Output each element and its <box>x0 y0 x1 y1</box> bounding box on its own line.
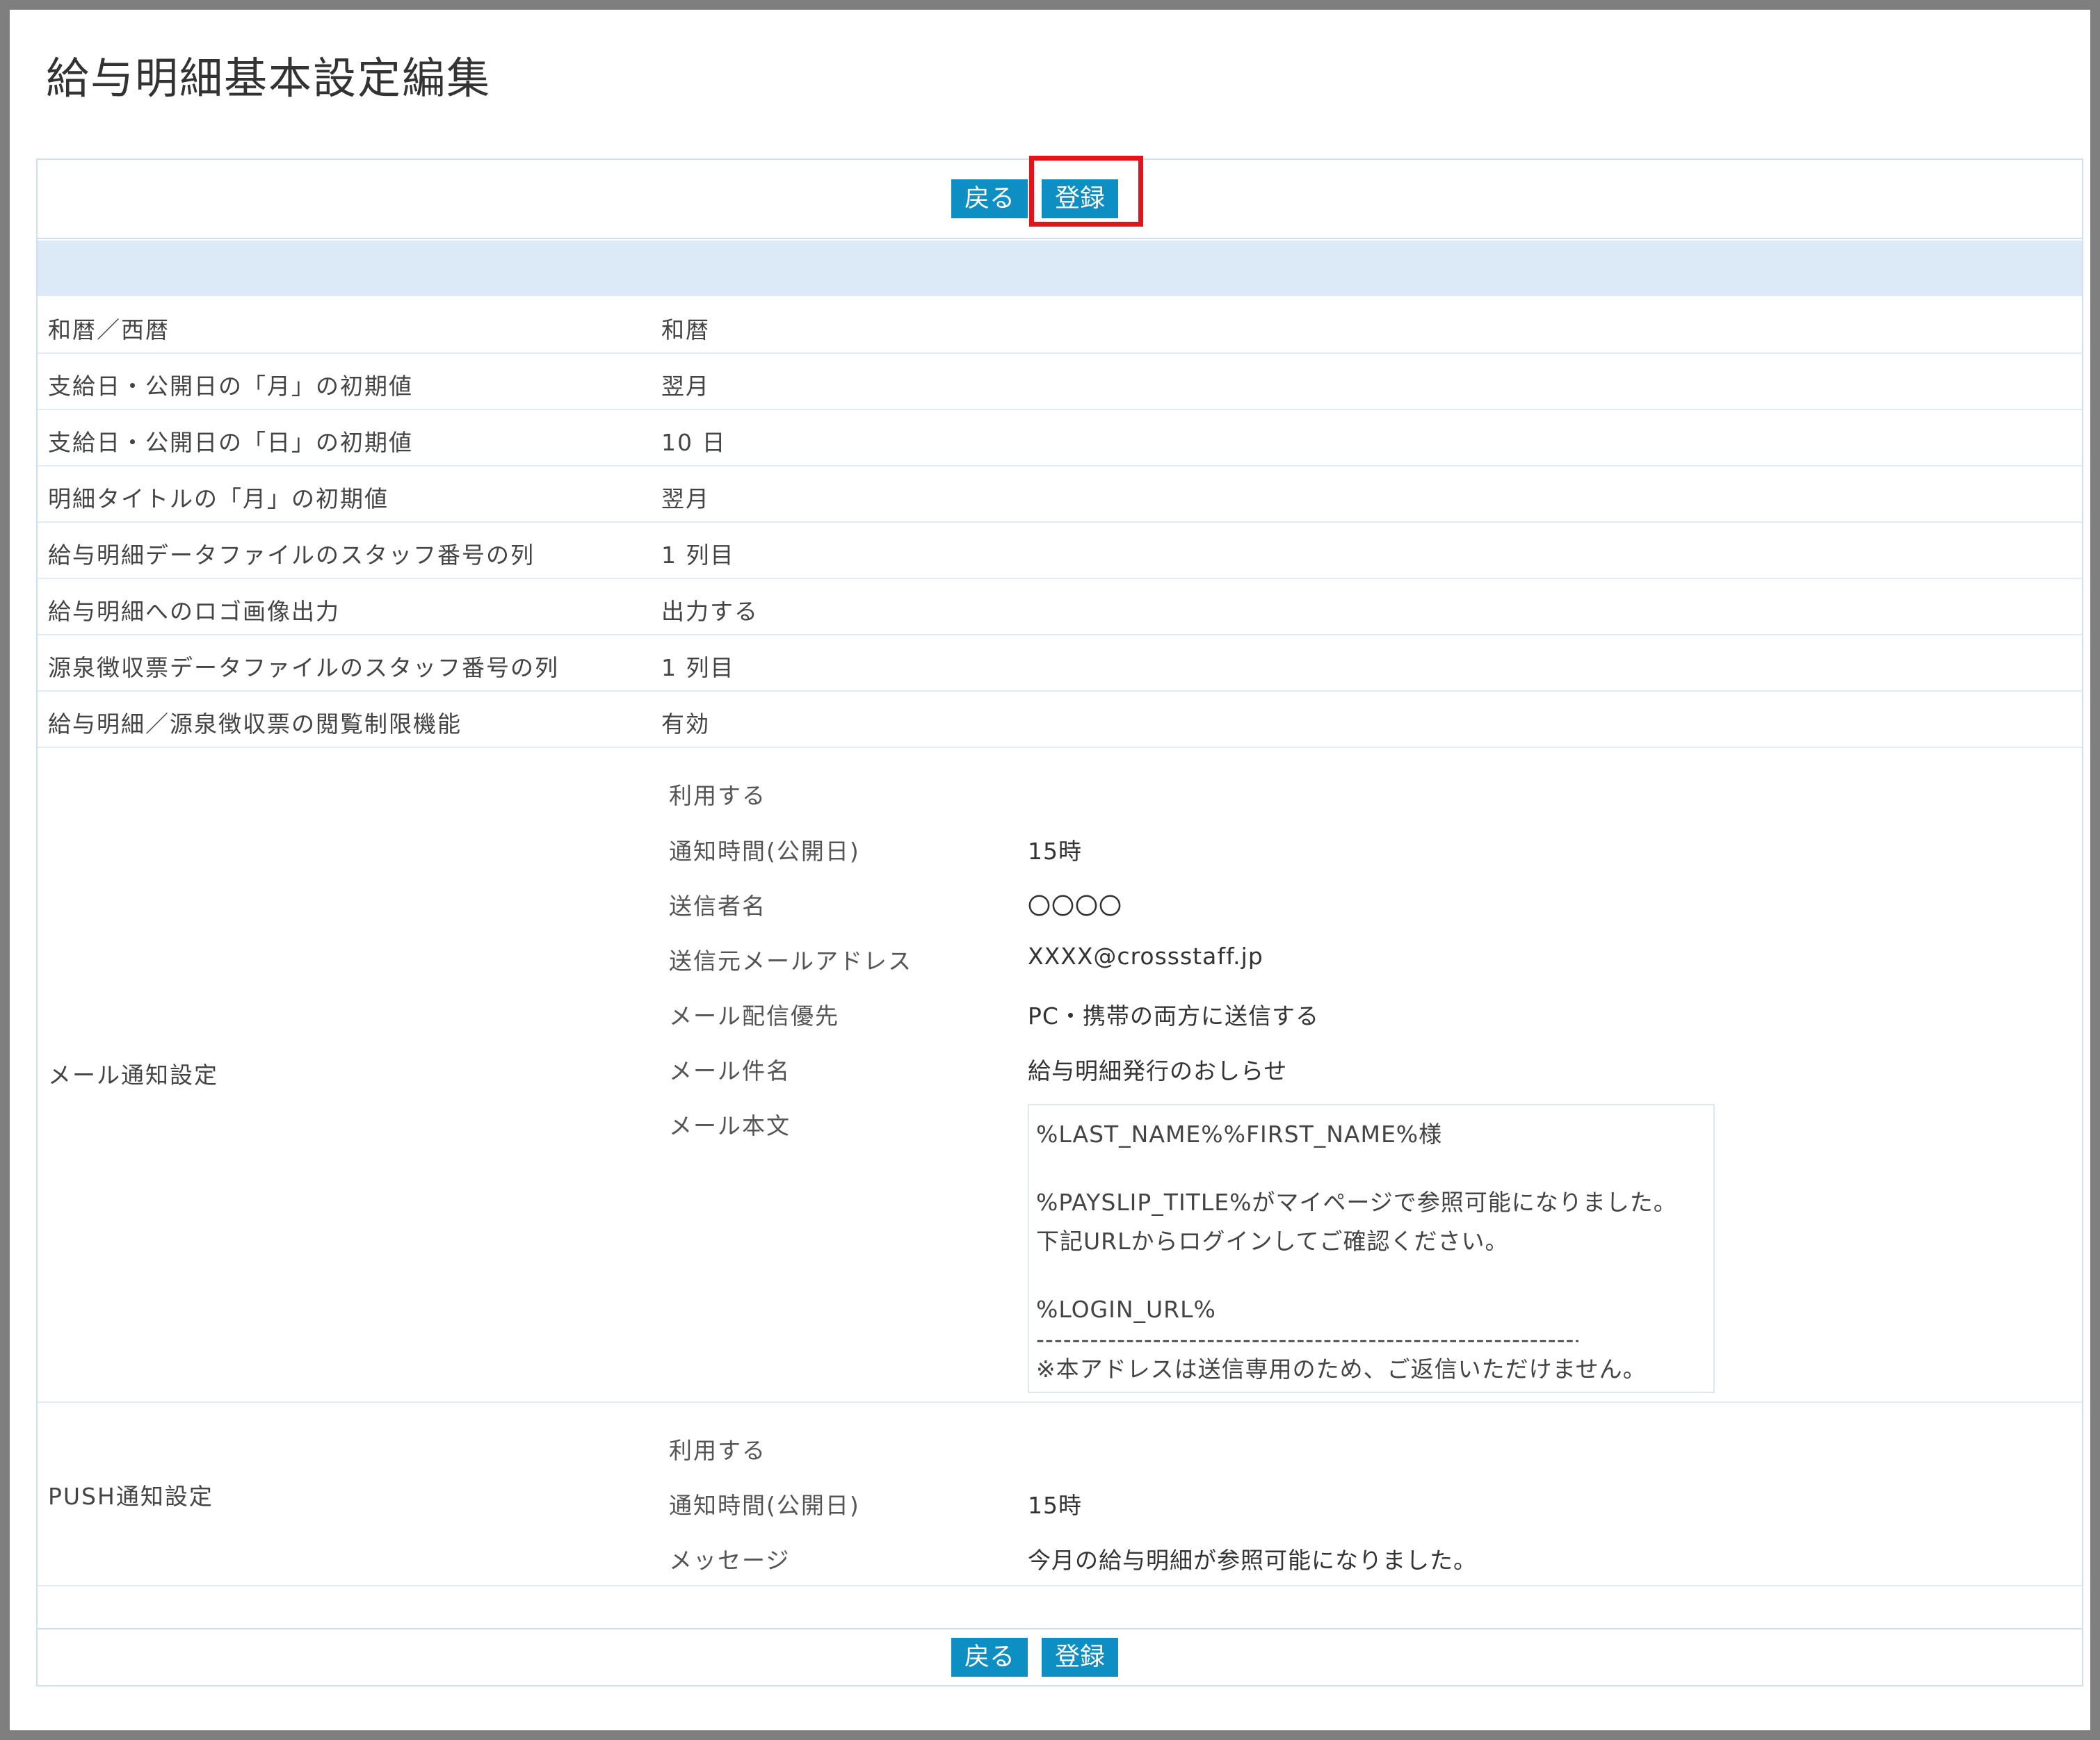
mail-body-box: %LAST_NAME%%FIRST_NAME%様 %PAYSLIP_TITLE%… <box>1028 1104 1715 1393</box>
mail-item-label: 通知時間(公開日) <box>669 838 860 865</box>
mail-item-value: 〇〇〇〇 <box>1028 893 1122 920</box>
page-title: 給与明細基本設定編集 <box>46 53 492 104</box>
setting-value: 和暦 <box>661 316 710 343</box>
back-button-bottom[interactable]: 戻る <box>951 1638 1028 1677</box>
mail-item-label: メール配信優先 <box>669 1002 839 1030</box>
mail-body-line: %LAST_NAME%%FIRST_NAME%様 <box>1036 1121 1443 1148</box>
mail-body-line: %LOGIN_URL% <box>1036 1296 1216 1323</box>
setting-label: 支給日・公開日の「月」の初期値 <box>48 373 413 400</box>
mail-item-label: 送信元メールアドレス <box>669 948 912 975</box>
settings-row: 支給日・公開日の「月」の初期値 翌月 <box>38 352 2082 410</box>
mail-item-value: 給与明細発行のおしらせ <box>1028 1057 1288 1084</box>
push-item-value: 15時 <box>1028 1492 1082 1519</box>
mail-body-divider: ----------------------------------------… <box>1036 1329 1578 1350</box>
setting-value: 翌月 <box>661 485 710 512</box>
mail-body-line: 下記URLからログインしてご確認ください。 <box>1036 1228 1509 1255</box>
setting-value: 1 列目 <box>661 542 735 569</box>
push-item-label: メッセージ <box>669 1547 791 1574</box>
mail-item-value: XXXX@crossstaff.jp <box>1028 943 1263 970</box>
setting-label: 明細タイトルの「月」の初期値 <box>48 485 389 512</box>
window-frame: 給与明細基本設定編集 戻る 登録 和暦／西暦 和暦 支給日・公開日の「月」の初期… <box>0 0 2100 1740</box>
setting-value: 1 列目 <box>661 654 735 681</box>
highlight-box <box>1029 156 1143 227</box>
bottom-button-bar: 戻る 登録 <box>38 1628 2082 1688</box>
register-button-bottom[interactable]: 登録 <box>1042 1638 1118 1677</box>
top-button-bar: 戻る 登録 <box>38 156 2082 239</box>
mail-item-label: メール件名 <box>669 1057 791 1084</box>
push-status: 利用する <box>669 1437 766 1464</box>
setting-label: 給与明細／源泉徴収票の閲覧制限機能 <box>48 710 462 738</box>
setting-value: 出力する <box>661 598 759 625</box>
mail-status: 利用する <box>669 782 766 809</box>
setting-label: 和暦／西暦 <box>48 316 170 343</box>
push-item-value: 今月の給与明細が参照可能になりました。 <box>1028 1547 1477 1574</box>
mail-item-value: 15時 <box>1028 838 1082 865</box>
settings-panel: 戻る 登録 和暦／西暦 和暦 支給日・公開日の「月」の初期値 翌月 支給日・公開… <box>36 156 2083 1688</box>
setting-label: 支給日・公開日の「日」の初期値 <box>48 429 413 456</box>
setting-label: 給与明細へのロゴ画像出力 <box>48 598 340 625</box>
mail-item-value: PC・携帯の両方に送信する <box>1028 1002 1319 1030</box>
setting-value: 有効 <box>661 710 710 738</box>
settings-row: 給与明細データファイルのスタッフ番号の列 1 列目 <box>38 521 2082 579</box>
push-settings-label: PUSH通知設定 <box>48 1483 213 1510</box>
settings-row: 給与明細へのロゴ画像出力 出力する <box>38 578 2082 635</box>
back-button-top[interactable]: 戻る <box>951 179 1028 218</box>
mail-body-line: ※本アドレスは送信専用のため、ご返信いただけません。 <box>1036 1356 1647 1383</box>
push-item-label: 通知時間(公開日) <box>669 1492 860 1519</box>
settings-row: 明細タイトルの「月」の初期値 翌月 <box>38 465 2082 523</box>
header-band <box>38 241 2082 296</box>
setting-value: 翌月 <box>661 373 710 400</box>
settings-row: 給与明細／源泉徴収票の閲覧制限機能 有効 <box>38 690 2082 748</box>
setting-label: 源泉徴収票データファイルのスタッフ番号の列 <box>48 654 559 681</box>
setting-label: 給与明細データファイルのスタッフ番号の列 <box>48 542 535 569</box>
mail-body-label: メール本文 <box>669 1112 791 1139</box>
settings-row: 源泉徴収票データファイルのスタッフ番号の列 1 列目 <box>38 634 2082 692</box>
setting-value: 10 日 <box>661 429 727 456</box>
settings-row: 支給日・公開日の「日」の初期値 10 日 <box>38 409 2082 466</box>
mail-body-line: %PAYSLIP_TITLE%がマイページで参照可能になりました。 <box>1036 1189 1677 1216</box>
settings-row: 和暦／西暦 和暦 <box>38 296 2082 354</box>
mail-item-label: 送信者名 <box>669 893 766 920</box>
mail-settings-label: メール通知設定 <box>48 1062 218 1089</box>
